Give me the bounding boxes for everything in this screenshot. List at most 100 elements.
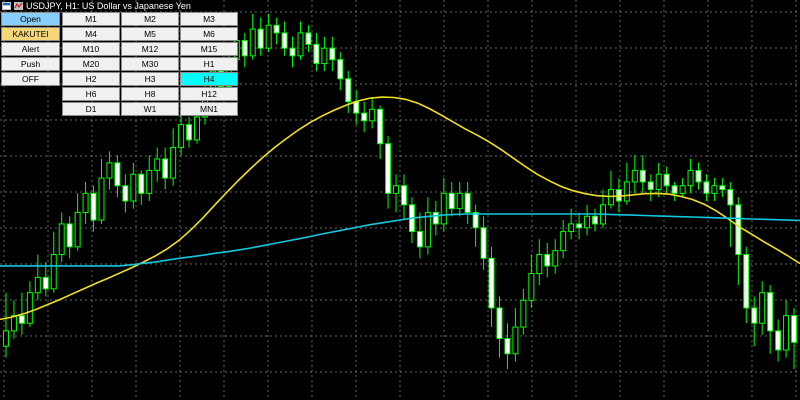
candle-body: [114, 162, 121, 187]
candle-body: [552, 250, 559, 267]
window-menu-icon[interactable]: [2, 2, 11, 10]
candle-body: [321, 47, 328, 64]
candle-body: [393, 185, 400, 194]
timeframe-button-m1[interactable]: M1: [62, 12, 120, 26]
candle-body: [496, 307, 503, 340]
timeframe-button-m12[interactable]: M12: [121, 42, 179, 56]
candle-body: [504, 338, 511, 355]
timeframe-button-m3[interactable]: M3: [180, 12, 238, 26]
candle-body: [544, 253, 551, 267]
candle-body: [377, 108, 384, 145]
candle-body: [289, 47, 296, 57]
candle-body: [647, 181, 654, 191]
off-button[interactable]: OFF: [1, 72, 60, 86]
indicator-icon[interactable]: [14, 2, 23, 10]
candle-body: [743, 253, 750, 309]
timeframe-button-h4[interactable]: H4: [180, 72, 238, 86]
timeframe-button-h6[interactable]: H6: [62, 87, 120, 101]
candle-body: [655, 173, 662, 191]
candle-body: [249, 28, 256, 57]
candle-body: [464, 192, 471, 213]
candle-body: [759, 292, 766, 324]
candle-body: [329, 47, 336, 61]
candle-body: [639, 169, 646, 183]
candle-body: [727, 189, 734, 206]
open-button[interactable]: Open: [1, 12, 60, 26]
candle-body: [98, 177, 105, 221]
candle-body: [432, 211, 439, 225]
candle-body: [440, 192, 447, 225]
candle-body: [10, 315, 17, 332]
timeframe-button-h12[interactable]: H12: [180, 87, 238, 101]
candle-body: [719, 185, 726, 191]
candle-body: [751, 307, 758, 324]
candle-body: [671, 185, 678, 194]
kakutei-button[interactable]: KAKUTEI: [1, 27, 60, 41]
push-button[interactable]: Push: [1, 57, 60, 71]
candle-body: [313, 43, 320, 64]
candle-body: [385, 143, 392, 194]
timeframe-button-m6[interactable]: M6: [180, 27, 238, 41]
timeframe-button-h3[interactable]: H3: [121, 72, 179, 86]
alert-button[interactable]: Alert: [1, 42, 60, 56]
candle-body: [34, 276, 41, 294]
candle-body: [512, 326, 519, 355]
candle-body: [82, 192, 89, 213]
timeframe-button-m2[interactable]: M2: [121, 12, 179, 26]
chart-title: USDJPY, H1: US Dollar vs Japanese Yen: [26, 1, 191, 11]
candle-body: [568, 223, 575, 233]
price-chart[interactable]: [0, 0, 800, 400]
timeframe-button-d1[interactable]: D1: [62, 102, 120, 116]
chart-title-bar: USDJPY, H1: US Dollar vs Japanese Yen: [2, 0, 191, 12]
timeframe-button-h8[interactable]: H8: [121, 87, 179, 101]
candle-body: [663, 173, 670, 187]
candle-body: [106, 162, 113, 179]
timeframe-button-m15[interactable]: M15: [180, 42, 238, 56]
timeframe-button-m30[interactable]: M30: [121, 57, 179, 71]
candle-body: [480, 227, 487, 259]
candle-body: [416, 231, 423, 248]
candle-body: [241, 40, 248, 57]
candle-body: [623, 181, 630, 202]
candle-body: [186, 124, 193, 141]
candle-body: [592, 215, 599, 225]
candle-body: [576, 223, 583, 229]
candle-body: [775, 330, 782, 351]
candle-body: [400, 185, 407, 206]
candle-body: [520, 299, 527, 328]
candle-body: [735, 204, 742, 255]
candle-body: [257, 28, 264, 49]
candle-body: [695, 169, 702, 183]
candle-body: [154, 158, 161, 171]
timeframe-button-mn1[interactable]: MN1: [180, 102, 238, 116]
candle-body: [687, 169, 694, 187]
candle-body: [679, 185, 686, 194]
candle-body: [536, 253, 543, 275]
candle-body: [162, 158, 169, 179]
candle-body: [74, 211, 81, 248]
candle-body: [297, 32, 304, 57]
candle-body: [66, 223, 73, 248]
candle-body: [424, 211, 431, 248]
timeframe-button-m4[interactable]: M4: [62, 27, 120, 41]
candle-body: [2, 330, 9, 347]
candle-body: [146, 169, 153, 194]
timeframe-button-w1[interactable]: W1: [121, 102, 179, 116]
candle-body: [305, 32, 312, 45]
candle-body: [170, 147, 177, 179]
candle-body: [265, 24, 272, 49]
candle-body: [18, 315, 25, 324]
timeframe-button-h1[interactable]: H1: [180, 57, 238, 71]
candle-body: [791, 315, 798, 343]
chart-grid: [0, 0, 800, 400]
timeframe-button-m10[interactable]: M10: [62, 42, 120, 56]
candle-body: [711, 185, 718, 194]
candle-body: [50, 253, 57, 290]
candle-body: [456, 192, 463, 210]
timeframe-button-m20[interactable]: M20: [62, 57, 120, 71]
candle-body: [281, 32, 288, 49]
candle-body: [194, 116, 201, 141]
candle-body: [703, 181, 710, 194]
timeframe-button-m5[interactable]: M5: [121, 27, 179, 41]
timeframe-button-h2[interactable]: H2: [62, 72, 120, 86]
